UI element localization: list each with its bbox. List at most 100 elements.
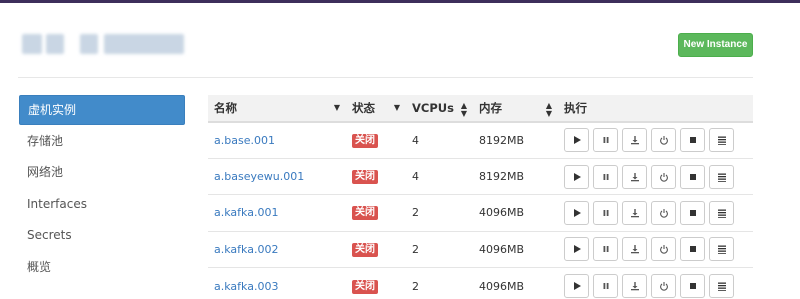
cell-status: 关闭 — [346, 157, 406, 195]
action-button-group — [564, 237, 753, 262]
pause-icon — [601, 281, 611, 291]
sort-both-icon[interactable]: ▲ ▼ — [546, 102, 552, 118]
stop-button[interactable] — [680, 164, 705, 189]
power-button[interactable] — [651, 200, 676, 225]
instance-link[interactable]: a.kafka.003 — [214, 280, 278, 293]
power-button[interactable] — [651, 274, 676, 298]
pause-button[interactable] — [593, 164, 618, 189]
instance-link[interactable]: a.kafka.001 — [214, 206, 278, 219]
sort-both-icon[interactable]: ▲ ▼ — [461, 102, 467, 118]
action-button-group — [564, 274, 753, 298]
pause-icon — [601, 208, 611, 218]
stop-button[interactable] — [680, 237, 705, 262]
power-icon — [659, 135, 669, 146]
more-button[interactable] — [709, 200, 734, 225]
instances-table-container: 名称 ▼ 状态 ▼ VCPUs ▲ ▼ 内存 ▲ ▼ 执行 a.base.001 关闭 4 819… — [208, 95, 753, 299]
instance-link[interactable]: a.baseyewu.001 — [214, 170, 304, 183]
sort-down-icon[interactable]: ▼ — [334, 104, 340, 112]
start-button[interactable] — [564, 200, 589, 225]
stop-button[interactable] — [680, 274, 705, 298]
pause-button[interactable] — [593, 200, 618, 225]
play-icon — [572, 244, 582, 254]
pause-button[interactable] — [593, 128, 618, 153]
column-header-status[interactable]: 状态 ▼ — [346, 95, 406, 123]
instance-link[interactable]: a.base.001 — [214, 134, 275, 147]
column-header-actions: 执行 — [558, 95, 753, 123]
cell-actions — [558, 157, 753, 195]
column-header-name[interactable]: 名称 ▼ — [208, 95, 346, 123]
sidebar-item-vm-instances[interactable]: 虚机实例 — [19, 95, 185, 125]
page-title-blurred — [22, 34, 184, 54]
new-instance-button[interactable]: New Instance — [678, 33, 753, 57]
save-button[interactable] — [622, 164, 647, 189]
power-icon — [659, 244, 669, 255]
start-button[interactable] — [564, 128, 589, 153]
power-icon — [659, 281, 669, 291]
save-button[interactable] — [622, 128, 647, 153]
instances-table: 名称 ▼ 状态 ▼ VCPUs ▲ ▼ 内存 ▲ ▼ 执行 a.base.001 关闭 4 819… — [208, 95, 753, 299]
start-button[interactable] — [564, 164, 589, 189]
pause-icon — [601, 244, 611, 254]
start-button[interactable] — [564, 237, 589, 262]
memory-value: 8192MB — [479, 133, 525, 147]
cell-memory: 4096MB — [473, 230, 558, 268]
stop-icon — [688, 208, 698, 218]
vcpus-value: 2 — [412, 242, 419, 256]
pause-button[interactable] — [593, 237, 618, 262]
more-button[interactable] — [709, 128, 734, 153]
sidebar-item-overview[interactable]: 概览 — [19, 253, 185, 283]
memory-value: 4096MB — [479, 242, 525, 256]
table-row: a.base.001 关闭 4 8192MB — [208, 121, 753, 159]
memory-value: 4096MB — [479, 206, 525, 220]
sort-down-icon[interactable]: ▼ — [394, 104, 400, 112]
stop-icon — [688, 244, 698, 254]
power-button[interactable] — [651, 237, 676, 262]
more-button[interactable] — [709, 237, 734, 262]
stop-icon — [688, 135, 698, 145]
cell-actions — [558, 194, 753, 232]
action-button-group — [564, 164, 753, 189]
table-header-row: 名称 ▼ 状态 ▼ VCPUs ▲ ▼ 内存 ▲ ▼ 执行 — [208, 95, 753, 123]
column-header-memory[interactable]: 内存 ▲ ▼ — [473, 95, 558, 123]
action-button-group — [564, 200, 753, 225]
sidebar-item-storage-pools[interactable]: 存储池 — [19, 127, 185, 157]
menu-icon — [717, 135, 727, 146]
sidebar-item-interfaces[interactable]: Interfaces — [19, 190, 185, 220]
stop-button[interactable] — [680, 200, 705, 225]
start-button[interactable] — [564, 274, 589, 298]
download-icon — [630, 281, 640, 291]
cell-name: a.kafka.003 — [208, 267, 346, 299]
play-icon — [572, 281, 582, 291]
memory-value: 8192MB — [479, 170, 525, 184]
sidebar: 虚机实例 存储池 网络池 Interfaces Secrets 概览 — [19, 95, 185, 285]
pause-button[interactable] — [593, 274, 618, 298]
column-header-vcpus[interactable]: VCPUs ▲ ▼ — [406, 95, 473, 123]
cell-name: a.kafka.002 — [208, 230, 346, 268]
download-icon — [630, 135, 640, 145]
status-badge: 关闭 — [352, 242, 378, 257]
instance-link[interactable]: a.kafka.002 — [214, 243, 278, 256]
more-button[interactable] — [709, 274, 734, 298]
vcpus-value: 2 — [412, 206, 419, 220]
download-icon — [630, 244, 640, 254]
cell-vcpus: 2 — [406, 194, 473, 232]
power-icon — [659, 208, 669, 218]
pause-icon — [601, 172, 611, 182]
save-button[interactable] — [622, 274, 647, 298]
cell-actions — [558, 267, 753, 299]
power-button[interactable] — [651, 128, 676, 153]
save-button[interactable] — [622, 237, 647, 262]
sidebar-item-network-pools[interactable]: 网络池 — [19, 158, 185, 188]
vcpus-value: 4 — [412, 133, 419, 147]
cell-status: 关闭 — [346, 267, 406, 299]
cell-status: 关闭 — [346, 230, 406, 268]
save-button[interactable] — [622, 200, 647, 225]
more-button[interactable] — [709, 164, 734, 189]
top-bar — [0, 0, 800, 3]
play-icon — [572, 172, 582, 182]
stop-button[interactable] — [680, 128, 705, 153]
menu-icon — [717, 208, 727, 218]
vcpus-value: 4 — [412, 170, 419, 184]
power-button[interactable] — [651, 164, 676, 189]
sidebar-item-secrets[interactable]: Secrets — [19, 221, 185, 251]
